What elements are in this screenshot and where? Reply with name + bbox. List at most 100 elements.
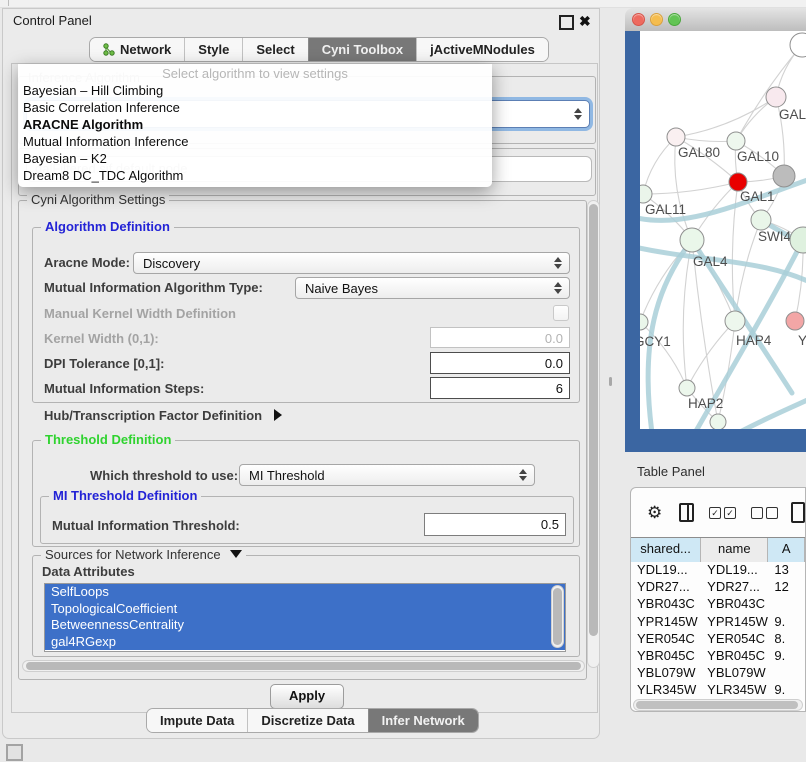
mi-threshold-field[interactable]: 0.5 xyxy=(424,513,566,536)
network-node-label: HAP4 xyxy=(736,333,772,348)
table-toolbar: ⚙ ✓ ✓ xyxy=(631,488,805,537)
attribute-list-item[interactable]: gal4RGexp xyxy=(45,634,565,651)
control-panel-title: Control Panel xyxy=(13,13,92,28)
tab-style[interactable]: Style xyxy=(184,38,242,61)
new-table-icon[interactable] xyxy=(791,502,805,523)
minimize-traffic-light-icon[interactable] xyxy=(650,13,663,26)
table-row[interactable]: YPR145WYPR145W9. xyxy=(631,613,805,630)
close-traffic-light-icon[interactable] xyxy=(632,13,645,26)
tab-label: Discretize Data xyxy=(261,709,354,732)
aracne-mode-value: Discovery xyxy=(134,256,550,271)
deselect-all-icon[interactable] xyxy=(751,507,778,519)
network-canvas[interactable]: GALGAL80GAL10GAL1GAL11SWI4GAL4GCY1HAP4YH… xyxy=(640,31,806,429)
table-row[interactable]: YDR27...YDR27...12 xyxy=(631,578,805,595)
column-header[interactable]: A xyxy=(768,538,805,562)
network-node-hap4[interactable] xyxy=(725,311,745,331)
table-row[interactable]: YBR043CYBR043C xyxy=(631,595,805,612)
attribute-list-item[interactable]: SelfLoops xyxy=(45,584,565,601)
split-pane-handle[interactable] xyxy=(609,377,612,386)
attribute-list-item[interactable]: TopologicalCoefficient xyxy=(45,601,565,618)
popup-item[interactable]: Mutual Information Inference xyxy=(18,133,492,150)
aracne-mode-combobox[interactable]: Discovery xyxy=(133,252,570,274)
application-window: Control Panel ✖ Network StyleSelectCyni T… xyxy=(0,0,806,762)
network-edge[interactable] xyxy=(643,137,676,194)
network-edge[interactable] xyxy=(676,97,776,137)
tab-impute-data[interactable]: Impute Data xyxy=(147,709,247,732)
network-node-gal80[interactable] xyxy=(667,128,685,146)
table-row[interactable]: YDL19...YDL19...13 xyxy=(631,561,805,578)
kernel-width-value: 0.0 xyxy=(545,331,563,346)
mi-steps-field[interactable]: 6 xyxy=(430,377,570,399)
popup-item[interactable]: Dream8 DC_TDC Algorithm xyxy=(18,167,492,184)
mi-algorithm-type-value: Naive Bayes xyxy=(296,281,550,296)
zoom-traffic-light-icon[interactable] xyxy=(668,13,681,26)
tab-select[interactable]: Select xyxy=(242,38,307,61)
network-node-gray[interactable] xyxy=(773,165,795,187)
network-node-bottom1[interactable] xyxy=(710,414,726,429)
settings-horizontal-scrollbar[interactable] xyxy=(22,660,585,672)
tab-infer-network[interactable]: Infer Network xyxy=(368,709,478,732)
table-cell: YLR345W xyxy=(631,681,701,698)
network-node-gal4[interactable] xyxy=(680,228,704,252)
dpi-tolerance-field[interactable]: 0.0 xyxy=(430,352,570,374)
close-icon[interactable]: ✖ xyxy=(579,12,591,30)
apply-button[interactable]: Apply xyxy=(270,684,344,709)
network-node-salmon[interactable] xyxy=(786,312,804,330)
network-edge[interactable] xyxy=(683,240,692,388)
table-cell xyxy=(768,595,805,612)
tab-jactivemnodules[interactable]: jActiveMNodules xyxy=(416,38,548,61)
split-columns-icon[interactable] xyxy=(679,503,694,522)
tab-network[interactable]: Network xyxy=(90,38,184,61)
tab-label: Infer Network xyxy=(382,709,465,732)
popup-item[interactable]: Basic Correlation Inference xyxy=(18,99,492,116)
network-node-gal10[interactable] xyxy=(727,132,745,150)
network-node-swi4[interactable] xyxy=(751,210,771,230)
minimized-panel-icon[interactable] xyxy=(6,744,23,761)
column-header[interactable]: shared... xyxy=(631,538,701,562)
table-row[interactable]: YER054CYER054C8. xyxy=(631,630,805,647)
table-cell: YBR045C xyxy=(701,647,768,664)
sources-legend[interactable]: Sources for Network Inference xyxy=(41,547,246,562)
attributes-vertical-scrollbar[interactable] xyxy=(551,585,564,648)
settings-vertical-scrollbar[interactable] xyxy=(587,200,600,668)
popup-item[interactable]: ARACNE Algorithm xyxy=(18,116,492,133)
table-horizontal-scrollbar[interactable] xyxy=(633,699,803,711)
column-header[interactable]: name xyxy=(701,538,768,562)
table-row[interactable]: YLR345WYLR345W9. xyxy=(631,681,805,698)
hub-definition-label: Hub/Transcription Factor Definition xyxy=(44,408,262,423)
tab-cyni-toolbox[interactable]: Cyni Toolbox xyxy=(308,38,416,61)
which-threshold-label: Which threshold to use: xyxy=(90,468,238,483)
select-all-icon[interactable]: ✓ ✓ xyxy=(709,507,736,519)
attribute-list-item[interactable]: BetweennessCentrality xyxy=(45,617,565,634)
popup-item[interactable]: Bayesian – Hill Climbing xyxy=(18,82,492,99)
mi-algorithm-type-label: Mutual Information Algorithm Type: xyxy=(44,280,263,295)
table-row[interactable]: YBR045CYBR045C9. xyxy=(631,647,805,664)
manual-kernel-width-checkbox[interactable] xyxy=(553,305,569,321)
table-cell: YLR345W xyxy=(701,681,768,698)
network-node-bigright[interactable] xyxy=(790,227,806,253)
network-node-ghost[interactable] xyxy=(790,33,806,57)
table-row[interactable]: YBL079WYBL079W xyxy=(631,664,805,681)
network-node-label: GCY1 xyxy=(640,334,671,349)
network-node-pink1[interactable] xyxy=(766,87,786,107)
checked-box-icon: ✓ xyxy=(724,507,736,519)
kernel-width-field[interactable]: 0.0 xyxy=(430,327,570,348)
network-node-gcy1[interactable] xyxy=(640,314,648,330)
popup-item[interactable]: Bayesian – K2 xyxy=(18,150,492,167)
which-threshold-combobox[interactable]: MI Threshold xyxy=(239,464,535,486)
network-node-gal11[interactable] xyxy=(640,185,652,203)
network-window-titlebar[interactable] xyxy=(625,8,806,32)
mi-algorithm-type-combobox[interactable]: Naive Bayes xyxy=(295,277,570,299)
which-threshold-value: MI Threshold xyxy=(240,468,515,483)
network-node-hap2[interactable] xyxy=(679,380,695,396)
network-edge-highlighted[interactable] xyxy=(738,393,806,429)
tab-discretize-data[interactable]: Discretize Data xyxy=(247,709,367,732)
data-attributes-list[interactable]: SelfLoopsTopologicalCoefficientBetweenne… xyxy=(44,583,566,652)
network-edge[interactable] xyxy=(643,182,738,194)
tab-label: Network xyxy=(120,38,171,61)
gear-icon[interactable]: ⚙ xyxy=(647,503,662,523)
hub-definition-toggle[interactable]: Hub/Transcription Factor Definition xyxy=(44,408,282,423)
threshold-definition-legend: Threshold Definition xyxy=(41,432,175,447)
network-node-label: GAL1 xyxy=(740,189,775,204)
float-panel-icon[interactable] xyxy=(559,15,574,30)
